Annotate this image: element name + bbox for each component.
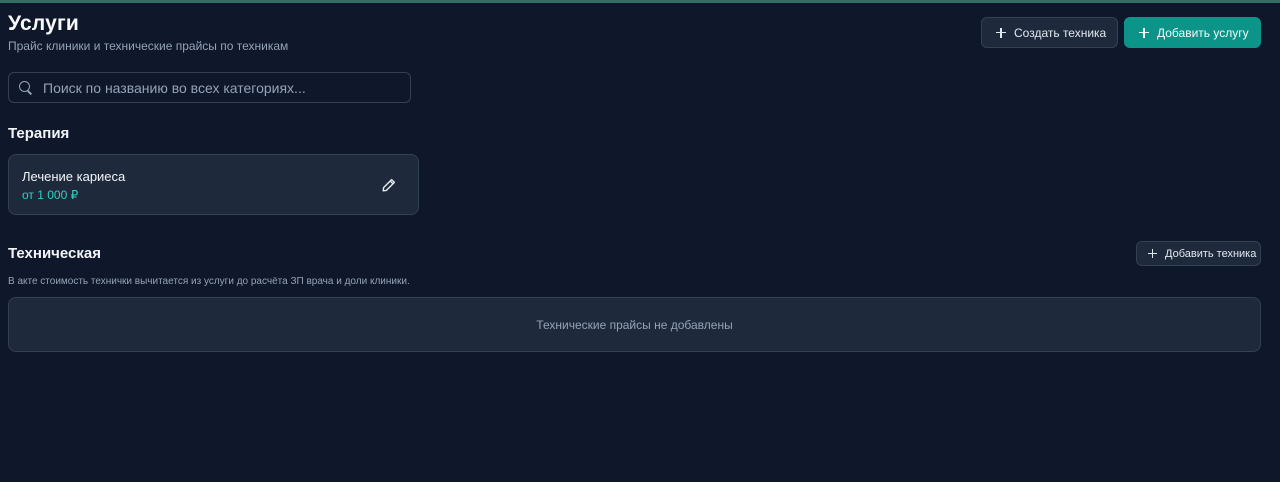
create-tech-label: Создать техника <box>1014 25 1107 40</box>
page-header: Услуги Прайс клиники и технические прайс… <box>8 12 288 53</box>
service-card[interactable]: Лечение кариеса от 1 000 ₽ <box>8 154 419 215</box>
plus-icon <box>996 27 1006 38</box>
add-service-button[interactable]: Добавить услугу <box>1124 17 1261 48</box>
technical-note: В акте стоимость технички вычитается из … <box>8 276 410 287</box>
add-tech-button[interactable]: Добавить техника <box>1136 241 1261 266</box>
page-subtitle: Прайс клиники и технические прайсы по те… <box>8 39 289 53</box>
services-page: Услуги Прайс клиники и технические прайс… <box>0 0 1280 482</box>
empty-state-text: Технические прайсы не добавлены <box>536 317 733 332</box>
create-tech-button[interactable]: Создать техника <box>981 17 1118 48</box>
edit-service-button[interactable] <box>379 175 399 195</box>
add-tech-label: Добавить техника <box>1165 247 1257 260</box>
service-name: Лечение кариеса <box>22 169 126 184</box>
plus-icon <box>1139 27 1149 38</box>
top-accent-bar <box>0 0 1280 3</box>
search-icon <box>19 80 33 95</box>
search-input[interactable] <box>41 78 405 97</box>
page-title: Услуги <box>8 12 80 35</box>
service-price: от 1 000 ₽ <box>22 188 79 202</box>
technical-empty-state: Технические прайсы не добавлены <box>8 297 1261 352</box>
plus-icon <box>1148 249 1157 258</box>
category-title-therapy: Терапия <box>8 125 70 142</box>
category-title-technical: Техническая <box>8 245 101 262</box>
search-box <box>8 72 411 103</box>
add-service-label: Добавить услугу <box>1157 25 1249 40</box>
pencil-icon <box>382 178 396 192</box>
